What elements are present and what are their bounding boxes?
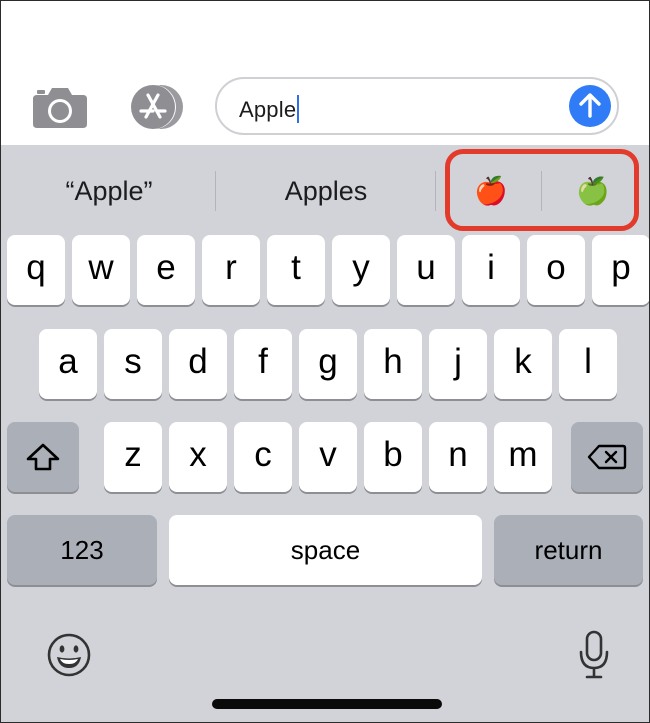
space-key[interactable]: space: [169, 515, 482, 585]
key-l[interactable]: l: [559, 329, 617, 399]
send-button[interactable]: [569, 85, 611, 127]
microphone-icon: [579, 630, 609, 679]
messages-screen: Apple “Apple” Apples 🍎 🍏 q w e r t y u i…: [0, 0, 650, 723]
key-k[interactable]: k: [494, 329, 552, 399]
keyboard: “Apple” Apples 🍎 🍏 q w e r t y u i o p a…: [1, 145, 649, 722]
emoji-icon: [47, 633, 91, 677]
shift-icon: [26, 443, 60, 471]
key-n[interactable]: n: [429, 422, 487, 492]
suggestion-quoted-apple[interactable]: “Apple”: [11, 169, 207, 213]
suggestion-divider: [215, 171, 216, 211]
suggestion-divider: [541, 171, 542, 211]
numbers-key[interactable]: 123: [7, 515, 157, 585]
key-a[interactable]: a: [39, 329, 97, 399]
key-g[interactable]: g: [299, 329, 357, 399]
message-text: Apple: [239, 95, 300, 123]
dictation-button[interactable]: [577, 629, 611, 681]
key-q[interactable]: q: [7, 235, 65, 305]
key-t[interactable]: t: [267, 235, 325, 305]
message-text-field[interactable]: Apple: [215, 77, 619, 135]
key-d[interactable]: d: [169, 329, 227, 399]
key-c[interactable]: c: [234, 422, 292, 492]
key-w[interactable]: w: [72, 235, 130, 305]
arrow-up-icon: [579, 93, 601, 118]
text-caret: [297, 95, 300, 123]
return-key[interactable]: return: [494, 515, 643, 585]
key-u[interactable]: u: [397, 235, 455, 305]
key-z[interactable]: z: [104, 422, 162, 492]
delete-key[interactable]: [571, 422, 643, 492]
key-e[interactable]: e: [137, 235, 195, 305]
suggestion-divider: [435, 171, 436, 211]
key-r[interactable]: r: [202, 235, 260, 305]
key-h[interactable]: h: [364, 329, 422, 399]
app-store-icon: [131, 85, 183, 129]
key-b[interactable]: b: [364, 422, 422, 492]
home-indicator[interactable]: [212, 699, 442, 709]
key-o[interactable]: o: [527, 235, 585, 305]
message-input-bar: Apple: [1, 1, 649, 145]
suggestion-red-apple-emoji[interactable]: 🍎: [451, 169, 531, 213]
emoji-keyboard-button[interactable]: [45, 631, 93, 679]
predictive-suggestions-bar: “Apple” Apples 🍎 🍏: [1, 145, 649, 233]
key-i[interactable]: i: [462, 235, 520, 305]
key-p[interactable]: p: [592, 235, 649, 305]
key-x[interactable]: x: [169, 422, 227, 492]
key-m[interactable]: m: [494, 422, 552, 492]
key-f[interactable]: f: [234, 329, 292, 399]
app-store-button[interactable]: [123, 83, 187, 131]
camera-icon: [33, 88, 87, 128]
shift-key[interactable]: [7, 422, 79, 492]
camera-button[interactable]: [31, 85, 89, 129]
key-s[interactable]: s: [104, 329, 162, 399]
key-j[interactable]: j: [429, 329, 487, 399]
suggestion-green-apple-emoji[interactable]: 🍏: [553, 169, 633, 213]
delete-backspace-icon: [587, 444, 627, 470]
key-v[interactable]: v: [299, 422, 357, 492]
suggestion-apples[interactable]: Apples: [223, 169, 429, 213]
key-y[interactable]: y: [332, 235, 390, 305]
